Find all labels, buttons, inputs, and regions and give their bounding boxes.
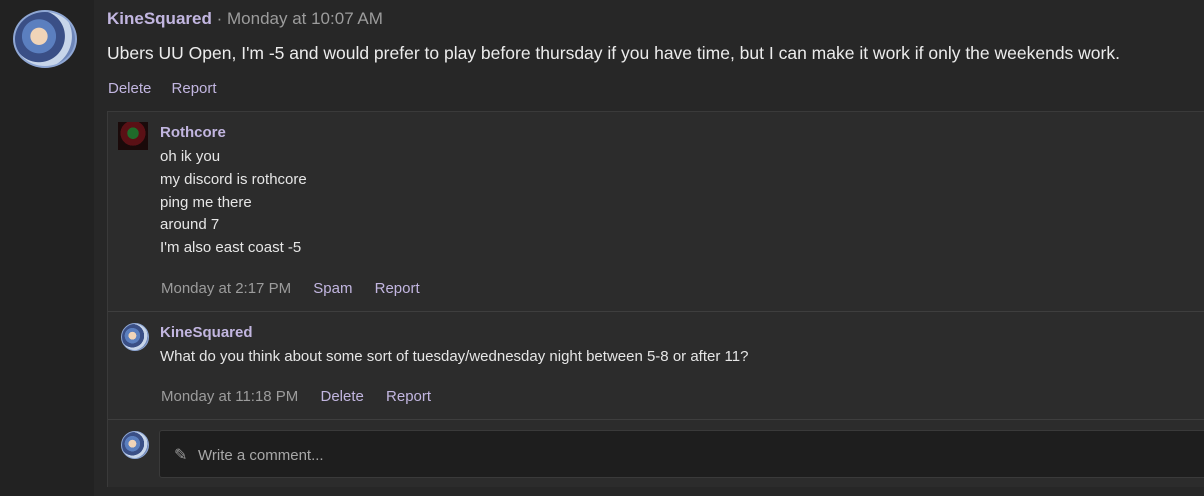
- comment-line: What do you think about some sort of tue…: [160, 348, 749, 365]
- comment-author[interactable]: Rothcore: [160, 124, 226, 141]
- comment-line: around 7: [160, 216, 220, 234]
- comment-actions: Monday at 11:18 PM Delete Report: [161, 388, 431, 405]
- left-sidebar: [0, 0, 94, 496]
- comment-input[interactable]: [196, 439, 1100, 471]
- comment-author[interactable]: KineSquared: [160, 324, 253, 341]
- report-button[interactable]: Report: [375, 280, 420, 297]
- post-timestamp[interactable]: Monday at 10:07 AM: [227, 9, 383, 28]
- comment-composer: ✎: [108, 420, 1204, 487]
- commenter-avatar[interactable]: [118, 122, 148, 150]
- profile-post: KineSquared · Monday at 10:07 AM Ubers U…: [94, 0, 1204, 496]
- report-button[interactable]: Report: [386, 388, 431, 405]
- commenter-avatar[interactable]: [121, 323, 149, 351]
- comments-list: Rothcore oh ik you my discord is rothcor…: [107, 111, 1204, 487]
- comment: KineSquared What do you think about some…: [108, 312, 1204, 420]
- report-button[interactable]: Report: [172, 80, 217, 97]
- post-author[interactable]: KineSquared: [107, 9, 212, 28]
- post-body: Ubers UU Open, I'm -5 and would prefer t…: [107, 43, 1120, 63]
- separator: ·: [216, 9, 223, 28]
- author-avatar[interactable]: [13, 10, 77, 68]
- post-header: KineSquared · Monday at 10:07 AM: [107, 9, 383, 29]
- comment-body: oh ik you my discord is rothcore ping me…: [160, 146, 307, 260]
- comment-timestamp[interactable]: Monday at 11:18 PM: [161, 388, 298, 405]
- current-user-avatar: [121, 431, 149, 459]
- comment-line: oh ik you: [160, 148, 221, 165]
- pencil-icon: ✎: [174, 447, 188, 464]
- comment-line: my discord is rothcore: [160, 170, 307, 188]
- comment-line: ping me there: [160, 193, 252, 211]
- comment: Rothcore oh ik you my discord is rothcor…: [108, 112, 1204, 312]
- comment-body: What do you think about some sort of tue…: [160, 346, 748, 369]
- comment-actions: Monday at 2:17 PM Spam Report: [161, 280, 420, 297]
- post-actions: Delete Report: [108, 80, 233, 98]
- comment-box[interactable]: ✎: [159, 430, 1204, 478]
- delete-button[interactable]: Delete: [108, 80, 151, 97]
- spam-button[interactable]: Spam: [313, 280, 352, 297]
- delete-button[interactable]: Delete: [320, 388, 363, 405]
- comment-timestamp[interactable]: Monday at 2:17 PM: [161, 280, 291, 297]
- comment-line: I'm also east coast -5: [160, 239, 302, 257]
